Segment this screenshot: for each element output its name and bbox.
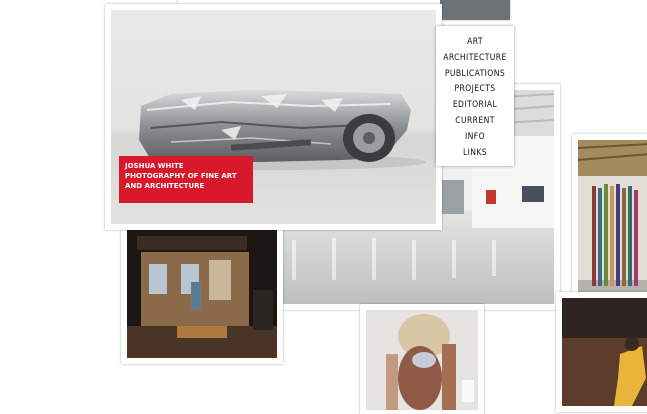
photo-card-house-diorama[interactable] [121, 224, 283, 364]
figure-sculpture-photo [366, 310, 478, 410]
tagline-line-1: PHOTOGRAPHY OF FINE ART [125, 172, 237, 180]
nav-item-links[interactable]: LINKS [436, 146, 514, 162]
nav-item-projects[interactable]: PROJECTS [436, 82, 514, 98]
photographer-name: JOSHUA WHITE [125, 162, 184, 170]
site-title-badge[interactable]: JOSHUA WHITE PHOTOGRAPHY OF FINE ART AND… [119, 156, 253, 203]
nav-item-info[interactable]: INFO [436, 130, 514, 146]
nav-item-art[interactable]: ART [436, 35, 514, 51]
house-diorama-photo [127, 230, 277, 358]
nav-item-editorial[interactable]: EDITORIAL [436, 98, 514, 114]
nav-item-current[interactable]: CURRENT [436, 114, 514, 130]
photo-card-yellow-figure[interactable] [556, 292, 647, 412]
photo-card-figure-sculpture[interactable] [360, 304, 484, 414]
yellow-figure-photo [562, 298, 647, 406]
main-nav: ART ARCHITECTURE PUBLICATIONS PROJECTS E… [436, 26, 514, 166]
nav-item-architecture[interactable]: ARCHITECTURE [436, 51, 514, 67]
tagline-line-2: AND ARCHITECTURE [125, 182, 205, 190]
nav-item-publications[interactable]: PUBLICATIONS [436, 67, 514, 83]
